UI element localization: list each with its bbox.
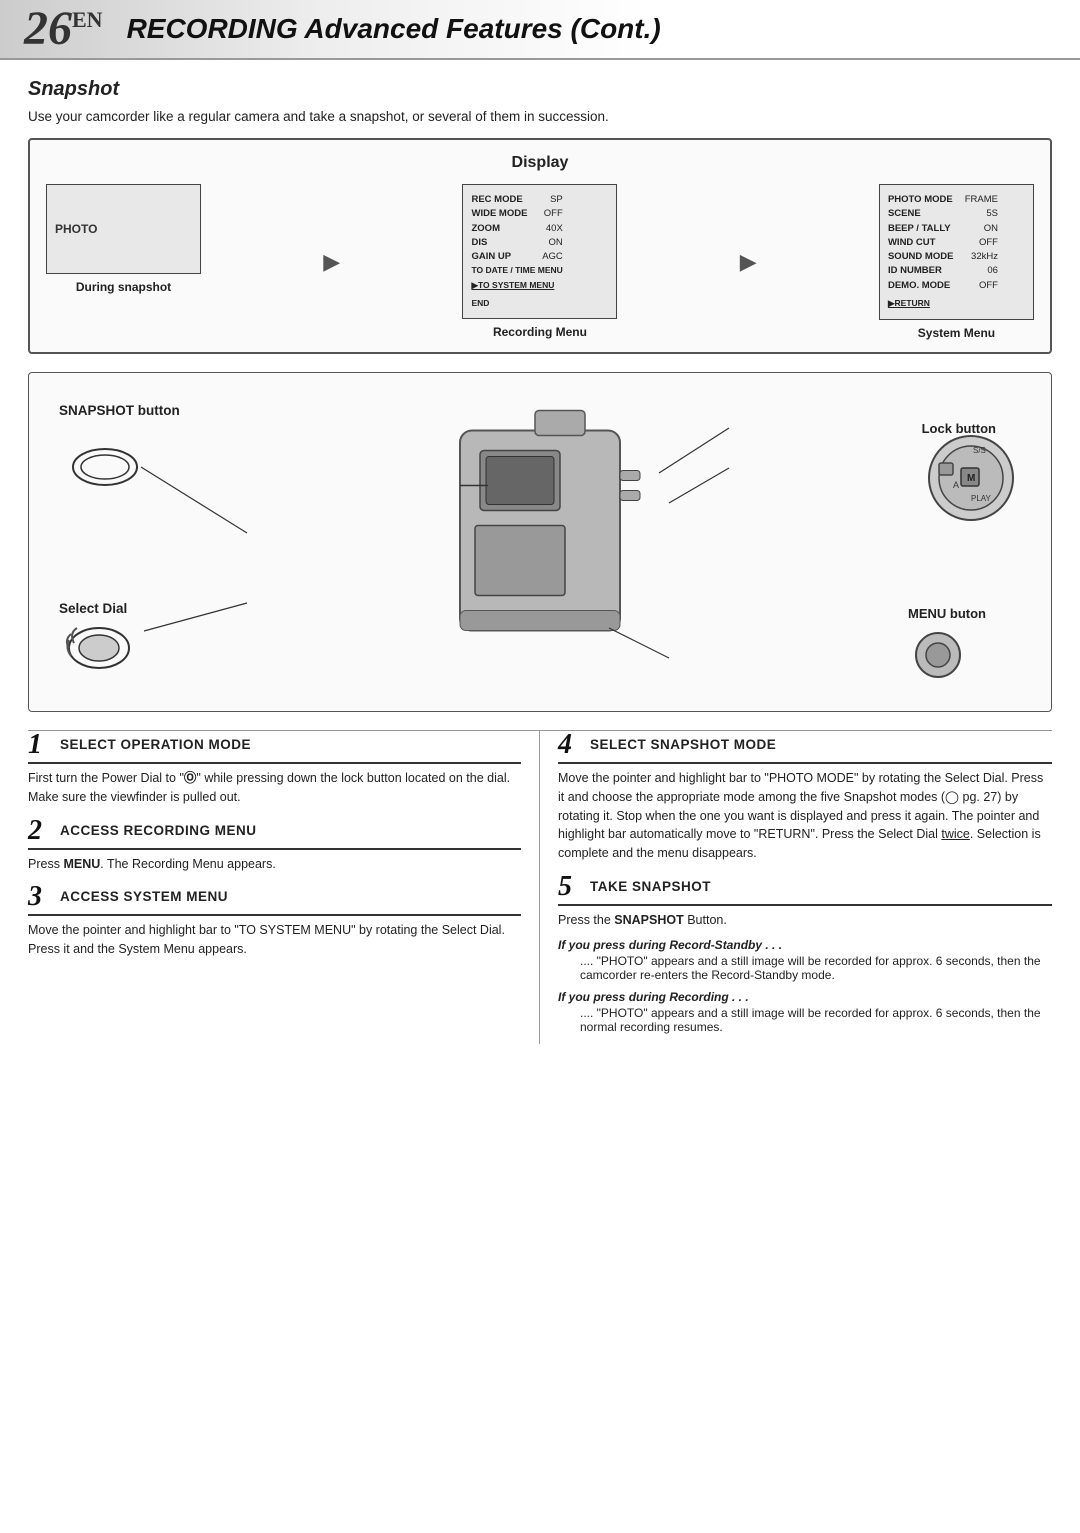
condition-desc-1: .... "PHOTO" appears and a still image w… <box>580 954 1052 982</box>
system-menu-box: PHOTO MODEFRAME SCENE5S BEEP / TALLYON W… <box>879 184 1034 320</box>
step-3-number: 3 <box>28 883 54 911</box>
condition-label-2: If you press during Recording . . . <box>558 990 1052 1004</box>
recording-menu-box: REC MODESP WIDE MODEOFF ZOOM40X DISON GA… <box>462 184 617 319</box>
step-2: 2 ACCESS RECORDING MENU Press MENU. The … <box>28 817 521 874</box>
step-2-body: Press MENU. The Recording Menu appears. <box>28 855 521 874</box>
steps-left: 1 SELECT OPERATION MODE First turn the P… <box>28 731 540 1044</box>
main-content: Snapshot Use your camcorder like a regul… <box>0 60 1080 1062</box>
system-menu-screen: PHOTO MODEFRAME SCENE5S BEEP / TALLYON W… <box>879 184 1034 340</box>
step-5: 5 TAKE SNAPSHOT Press the SNAPSHOT Butto… <box>558 873 1052 1034</box>
recording-menu-text: REC MODESP WIDE MODEOFF ZOOM40X DISON GA… <box>471 193 562 310</box>
camera-illustration <box>380 391 700 694</box>
step-1: 1 SELECT OPERATION MODE First turn the P… <box>28 731 521 807</box>
step-4-header: 4 SELECT SNAPSHOT MODE <box>558 731 1052 764</box>
system-menu-text: PHOTO MODEFRAME SCENE5S BEEP / TALLYON W… <box>888 193 998 311</box>
step-2-title: ACCESS RECORDING MENU <box>60 817 257 838</box>
page-number: 26EN <box>24 5 103 53</box>
step-3: 3 ACCESS SYSTEM MENU Move the pointer an… <box>28 883 521 959</box>
photo-label: PHOTO <box>55 222 97 236</box>
during-snapshot-label: During snapshot <box>76 280 171 294</box>
display-title: Display <box>46 154 1034 172</box>
condition-desc-2: .... "PHOTO" appears and a still image w… <box>580 1006 1052 1034</box>
arrow-1: ▶ <box>323 249 340 275</box>
section-intro: Use your camcorder like a regular camera… <box>28 109 1052 124</box>
page-title: RECORDING Advanced Features (Cont.) <box>127 13 661 45</box>
step-5-title: TAKE SNAPSHOT <box>590 873 711 894</box>
step-5-header: 5 TAKE SNAPSHOT <box>558 873 1052 906</box>
display-box: Display PHOTO During snapshot ▶ REC MODE… <box>28 138 1052 354</box>
step-4-title: SELECT SNAPSHOT MODE <box>590 731 776 752</box>
step-1-header: 1 SELECT OPERATION MODE <box>28 731 521 764</box>
recording-menu-screen: REC MODESP WIDE MODEOFF ZOOM40X DISON GA… <box>462 184 617 339</box>
system-menu-label: System Menu <box>918 326 995 340</box>
step-4: 4 SELECT SNAPSHOT MODE Move the pointer … <box>558 731 1052 863</box>
step-3-header: 3 ACCESS SYSTEM MENU <box>28 883 521 916</box>
menu-button-label: MENU buton <box>908 606 986 621</box>
step-3-title: ACCESS SYSTEM MENU <box>60 883 228 904</box>
step-3-body: Move the pointer and highlight bar to "T… <box>28 921 521 959</box>
svg-text:M: M <box>967 473 975 484</box>
svg-text:PLAY: PLAY <box>971 494 992 503</box>
steps-right: 4 SELECT SNAPSHOT MODE Move the pointer … <box>540 731 1052 1044</box>
step-4-body: Move the pointer and highlight bar to "P… <box>558 769 1052 863</box>
step-5-body: Press the SNAPSHOT Button. <box>558 911 1052 930</box>
condition-label-1: If you press during Record-Standby . . . <box>558 938 1052 952</box>
svg-text:S/S: S/S <box>973 446 986 455</box>
condition-recording: If you press during Recording . . . ....… <box>558 990 1052 1034</box>
condition-record-standby: If you press during Record-Standby . . .… <box>558 938 1052 982</box>
menu-button-icon <box>911 628 966 686</box>
steps-container: 1 SELECT OPERATION MODE First turn the P… <box>28 730 1052 1044</box>
during-snapshot-screen: PHOTO During snapshot <box>46 184 201 294</box>
power-dial-icon: M A PLAY S/S <box>911 403 1031 536</box>
arrow-2: ▶ <box>740 249 757 275</box>
step-4-number: 4 <box>558 731 584 759</box>
step-2-header: 2 ACCESS RECORDING MENU <box>28 817 521 850</box>
page-header: 26EN RECORDING Advanced Features (Cont.) <box>0 0 1080 60</box>
step-1-title: SELECT OPERATION MODE <box>60 731 251 752</box>
snapshot-button-icon <box>69 445 141 493</box>
diagram-area: SNAPSHOT button Select Dial <box>28 372 1052 712</box>
photo-screen-box: PHOTO <box>46 184 201 274</box>
step-1-number: 1 <box>28 731 54 759</box>
step-1-body: First turn the Power Dial to "Ⓞ" while p… <box>28 769 521 807</box>
step-5-number: 5 <box>558 873 584 901</box>
select-dial-icon <box>59 608 139 681</box>
step-2-number: 2 <box>28 817 54 845</box>
screens-row: PHOTO During snapshot ▶ REC MODESP WIDE … <box>46 184 1034 340</box>
svg-text:A: A <box>953 480 959 490</box>
snapshot-button-label: SNAPSHOT button <box>59 403 180 418</box>
recording-menu-label: Recording Menu <box>493 325 587 339</box>
section-title: Snapshot <box>28 78 1052 101</box>
